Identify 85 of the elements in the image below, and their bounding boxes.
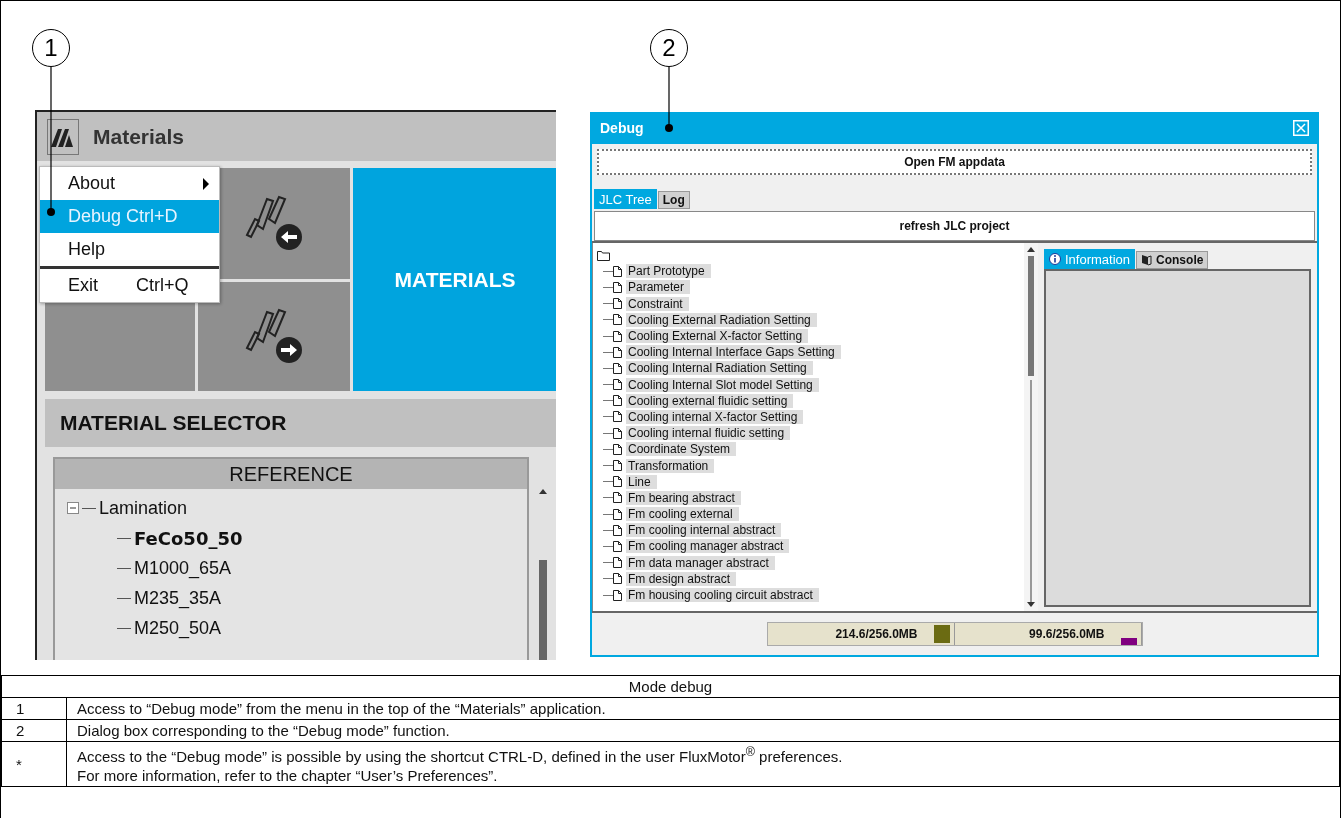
tree-item[interactable]: Cooling internal X-factor Setting bbox=[626, 409, 804, 424]
menu-item[interactable]: About bbox=[40, 167, 219, 200]
menu-item[interactable]: Help bbox=[40, 233, 219, 266]
leader-line bbox=[665, 67, 673, 133]
memory-reading: 214.6/256.0MB bbox=[835, 627, 918, 641]
scroll-up-icon[interactable] bbox=[1027, 247, 1035, 252]
document-icon bbox=[613, 346, 622, 358]
document-icon bbox=[613, 411, 622, 423]
tree-item[interactable]: FeCo50_50 bbox=[55, 527, 527, 549]
table-caption: Mode debug bbox=[1, 676, 1340, 698]
tree-item[interactable]: Part Prototype bbox=[626, 264, 711, 279]
document-icon bbox=[613, 314, 622, 326]
app-title: Materials bbox=[93, 124, 185, 149]
scroll-up-icon[interactable] bbox=[539, 489, 547, 494]
material-import-icon[interactable] bbox=[243, 194, 305, 253]
close-icon[interactable] bbox=[1293, 120, 1309, 136]
document-icon bbox=[613, 557, 622, 569]
document-icon bbox=[613, 476, 622, 488]
table-cell: Dialog box corresponding to the “Debug mode” function. bbox=[66, 719, 1340, 742]
tree-item[interactable]: Cooling External Radiation Setting bbox=[626, 312, 817, 327]
document-icon bbox=[613, 265, 622, 277]
tree-item[interactable]: Parameter bbox=[626, 280, 691, 295]
tab[interactable]: Log bbox=[657, 191, 690, 209]
table-cell: Access to the “Debug mode” is possible by using the shortcut CTRL-D, defined in the user FluxMotor$^{®}$ preferences. For more information, refer to the chapter “User’s Preferences”. bbox=[66, 741, 1340, 787]
tree-item[interactable]: Fm data manager abstract bbox=[626, 555, 775, 570]
tree-item[interactable]: Fm housing cooling circuit abstract bbox=[626, 588, 819, 603]
material-export-icon[interactable] bbox=[243, 307, 305, 366]
scrollbar[interactable] bbox=[1024, 243, 1038, 611]
document-icon bbox=[613, 589, 622, 601]
document-icon bbox=[613, 281, 622, 293]
document-icon bbox=[613, 362, 622, 374]
callout-number: 2 bbox=[650, 29, 688, 67]
logo-icon bbox=[51, 126, 75, 147]
tree-item[interactable]: Cooling external fluidic setting bbox=[626, 393, 794, 408]
tree-item[interactable]: Lamination bbox=[55, 497, 527, 519]
menu-item[interactable]: Exit Ctrl+Q bbox=[40, 266, 219, 302]
document-icon bbox=[613, 492, 622, 504]
tree-item[interactable]: Line bbox=[626, 474, 657, 489]
tree-item[interactable]: Fm bearing abstract bbox=[626, 490, 741, 505]
app-logo[interactable] bbox=[47, 118, 79, 155]
export-tile[interactable] bbox=[198, 282, 350, 392]
tree-item[interactable]: Cooling internal fluidic setting bbox=[626, 426, 791, 441]
table-cell: Access to “Debug mode” from the menu in the top of the “Materials” application. bbox=[66, 697, 1340, 720]
submenu-arrow-icon bbox=[203, 177, 209, 190]
document-icon bbox=[613, 427, 622, 439]
tree-item[interactable]: Cooling Internal Slot model Setting bbox=[626, 377, 819, 392]
scroll-down-icon[interactable] bbox=[1027, 602, 1035, 607]
document-icon bbox=[613, 508, 622, 520]
tree-item[interactable]: Coordinate System bbox=[626, 442, 737, 457]
tree-item[interactable]: M250_50A bbox=[55, 617, 527, 639]
tree-item[interactable]: Fm cooling manager abstract bbox=[626, 539, 790, 554]
tree-item[interactable]: Fm cooling internal abstract bbox=[626, 523, 782, 538]
tree-item[interactable]: Cooling External X-factor Setting bbox=[626, 329, 809, 344]
document-icon bbox=[613, 395, 622, 407]
document-icon bbox=[613, 460, 622, 472]
tab[interactable]: Console bbox=[1136, 251, 1209, 269]
document-icon bbox=[613, 379, 622, 391]
document-icon bbox=[613, 443, 622, 455]
tree-item[interactable]: Cooling Internal Radiation Setting bbox=[626, 361, 813, 376]
document-icon bbox=[613, 540, 622, 552]
tree-item[interactable]: Cooling Internal Interface Gaps Setting bbox=[626, 345, 841, 360]
tree-item[interactable]: Fm cooling external bbox=[626, 507, 739, 522]
refresh-button[interactable]: refresh JLC project bbox=[594, 211, 1315, 241]
collapse-icon[interactable] bbox=[67, 502, 79, 514]
tree-item[interactable]: M235_35A bbox=[55, 587, 527, 609]
section-header: MATERIAL SELECTOR bbox=[45, 399, 556, 447]
dialog-title: Debug bbox=[600, 120, 644, 136]
folder-icon bbox=[597, 249, 610, 261]
table-cell: 1 bbox=[1, 697, 67, 720]
memory-reading: 99.6/256.0MB bbox=[1029, 627, 1105, 641]
tree-item[interactable]: Constraint bbox=[626, 296, 689, 311]
column-header: REFERENCE bbox=[55, 459, 527, 489]
document-icon bbox=[613, 573, 622, 585]
info-icon bbox=[1049, 253, 1061, 265]
table-cell: * bbox=[1, 741, 67, 787]
document-icon bbox=[613, 524, 622, 536]
open-appdata-button[interactable]: Open FM appdata bbox=[597, 149, 1312, 175]
document-icon bbox=[613, 330, 622, 342]
table-cell: 2 bbox=[1, 719, 67, 742]
document-icon bbox=[613, 298, 622, 310]
tree-item[interactable]: M1000_65A bbox=[55, 557, 527, 579]
tree-item[interactable]: Transformation bbox=[626, 458, 715, 473]
callout-number: 1 bbox=[32, 29, 70, 67]
console-icon bbox=[1141, 254, 1153, 266]
tree-item[interactable]: Fm design abstract bbox=[626, 571, 737, 586]
